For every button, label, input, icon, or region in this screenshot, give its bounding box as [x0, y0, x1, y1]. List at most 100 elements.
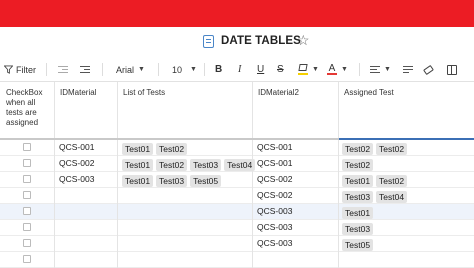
- test-chip: Test05: [342, 238, 374, 251]
- column-header-checkbox[interactable]: CheckBox when all tests are assigned: [6, 88, 52, 128]
- test-chip: Test02: [376, 174, 408, 187]
- toolbar: Filter Arial ▼ 10 ▼ B I U S ▼ A ▼ ▼: [0, 57, 474, 82]
- underline-button[interactable]: U: [257, 57, 264, 82]
- column-header-assigned-test[interactable]: Assigned Test: [344, 88, 394, 98]
- bold-icon: B: [215, 64, 223, 75]
- test-chip: Test03: [190, 158, 222, 171]
- assigned-test-cell[interactable]: Test01: [342, 204, 376, 220]
- test-chip: Test04: [224, 158, 256, 171]
- chevron-down-icon: ▼: [190, 66, 197, 73]
- toolbar-divider: [158, 63, 159, 76]
- column-divider: [54, 82, 55, 268]
- toolbar-divider: [204, 63, 205, 76]
- idmaterial2-cell[interactable]: QCS-003: [257, 235, 292, 251]
- fill-color-button[interactable]: ▼: [298, 57, 319, 82]
- outdent-icon: [58, 65, 68, 74]
- test-chip: Test01: [122, 158, 154, 171]
- test-chip: Test03: [342, 190, 374, 203]
- text-color-button[interactable]: A ▼: [327, 57, 348, 82]
- row-divider: [0, 219, 474, 220]
- idmaterial2-cell[interactable]: QCS-001: [257, 155, 292, 171]
- strikethrough-icon: S: [277, 64, 284, 75]
- assigned-test-cell[interactable]: Test03 Test04: [342, 188, 410, 204]
- list-of-tests-cell[interactable]: Test01 Test02 Test03 Test04: [122, 156, 258, 172]
- align-left-icon: [370, 65, 380, 74]
- row-checkbox[interactable]: [23, 207, 31, 215]
- column-header-idmaterial2[interactable]: IDMaterial2: [258, 88, 299, 98]
- font-family-value: Arial: [116, 64, 135, 75]
- chevron-down-icon: ▼: [138, 66, 145, 73]
- test-chip: Test02: [376, 142, 408, 155]
- wrap-text-button[interactable]: [403, 57, 413, 82]
- test-chip: Test01: [122, 174, 154, 187]
- assigned-test-cell[interactable]: Test02: [342, 156, 376, 172]
- brand-bar: [0, 0, 474, 27]
- selected-row-highlight: [0, 204, 474, 220]
- column-header-list-of-tests[interactable]: List of Tests: [123, 88, 165, 98]
- eraser-icon: [423, 64, 434, 75]
- toolbar-divider: [46, 63, 47, 76]
- font-size-select[interactable]: 10 ▼: [172, 57, 197, 82]
- row-checkbox[interactable]: [23, 191, 31, 199]
- idmaterial2-cell[interactable]: QCS-002: [257, 187, 292, 203]
- document-icon: [203, 35, 214, 48]
- column-header-idmaterial[interactable]: IDMaterial: [60, 88, 96, 98]
- data-grid: CheckBox when all tests are assigned IDM…: [0, 82, 474, 268]
- toolbar-divider: [359, 63, 360, 76]
- text-color-icon: A: [327, 63, 337, 75]
- test-chip: Test02: [342, 158, 374, 171]
- test-chip: Test02: [342, 142, 374, 155]
- row-checkbox[interactable]: [23, 239, 31, 247]
- underline-icon: U: [257, 64, 265, 75]
- idmaterial2-cell[interactable]: QCS-003: [257, 203, 292, 219]
- italic-icon: I: [238, 64, 242, 75]
- list-of-tests-cell[interactable]: Test01 Test03 Test05: [122, 172, 224, 188]
- bold-button[interactable]: B: [215, 57, 222, 82]
- column-divider: [117, 82, 118, 268]
- decrease-indent-button[interactable]: [58, 57, 68, 82]
- test-chip: Test05: [190, 174, 222, 187]
- column-divider: [338, 82, 339, 268]
- document-title: DATE TABLES: [221, 35, 301, 47]
- test-chip: Test01: [122, 142, 154, 155]
- font-size-value: 10: [172, 64, 183, 75]
- idmaterial2-cell[interactable]: QCS-003: [257, 219, 292, 235]
- indent-icon: [80, 65, 90, 74]
- row-checkbox[interactable]: [23, 175, 31, 183]
- chevron-down-icon: ▼: [384, 66, 391, 73]
- filter-icon: [4, 65, 13, 74]
- table-format-icon: [447, 64, 457, 75]
- assigned-test-cell[interactable]: Test03: [342, 220, 376, 236]
- test-chip: Test03: [156, 174, 188, 187]
- paint-bucket-icon: [298, 64, 308, 75]
- list-of-tests-cell[interactable]: Test01 Test02: [122, 140, 190, 156]
- assigned-test-cell[interactable]: Test01 Test02: [342, 172, 410, 188]
- clear-format-button[interactable]: [423, 57, 434, 82]
- idmaterial-cell[interactable]: QCS-001: [59, 139, 94, 155]
- row-checkbox[interactable]: [23, 223, 31, 231]
- align-button[interactable]: ▼: [370, 57, 391, 82]
- test-chip: Test03: [342, 222, 374, 235]
- test-chip: Test01: [342, 174, 374, 187]
- idmaterial2-cell[interactable]: QCS-002: [257, 171, 292, 187]
- idmaterial-cell[interactable]: QCS-002: [59, 155, 94, 171]
- more-options-button[interactable]: [447, 57, 457, 82]
- increase-indent-button[interactable]: [80, 57, 90, 82]
- test-chip: Test02: [156, 142, 188, 155]
- row-divider: [0, 251, 474, 252]
- assigned-test-cell[interactable]: Test05: [342, 236, 376, 252]
- star-icon[interactable]: ☆: [297, 33, 310, 47]
- strikethrough-button[interactable]: S: [277, 57, 284, 82]
- row-checkbox[interactable]: [23, 159, 31, 167]
- row-checkbox[interactable]: [23, 143, 31, 151]
- row-checkbox[interactable]: [23, 255, 31, 263]
- idmaterial2-cell[interactable]: QCS-001: [257, 139, 292, 155]
- font-family-select[interactable]: Arial ▼: [116, 57, 145, 82]
- assigned-test-cell[interactable]: Test02 Test02: [342, 140, 410, 156]
- wrap-icon: [403, 65, 413, 74]
- test-chip: Test04: [376, 190, 408, 203]
- filter-button[interactable]: Filter: [4, 57, 36, 82]
- italic-button[interactable]: I: [238, 57, 241, 82]
- idmaterial-cell[interactable]: QCS-003: [59, 171, 94, 187]
- filter-label: Filter: [16, 64, 36, 75]
